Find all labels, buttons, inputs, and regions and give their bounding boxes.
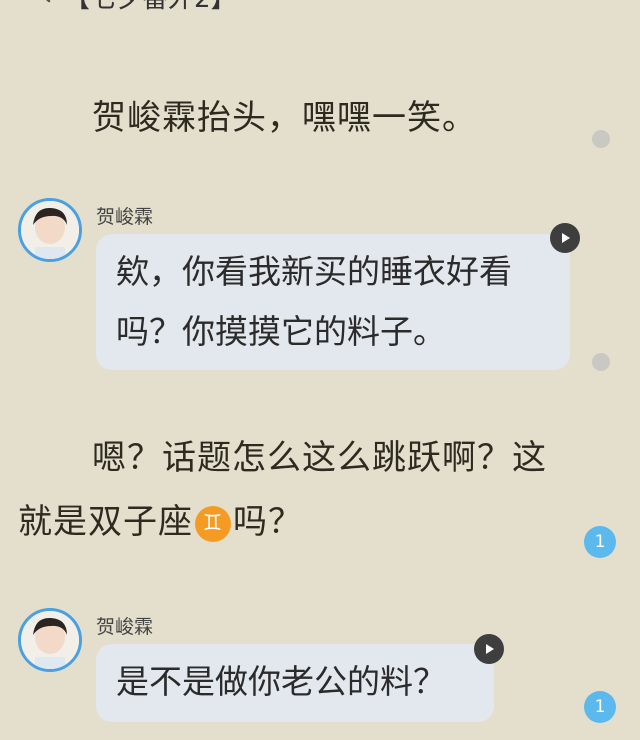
narration-text-after: 吗？ — [233, 502, 303, 542]
message-bubble: 是不是做你老公的料？ — [96, 644, 494, 722]
message-text: 是不是做你老公的料？ — [116, 662, 446, 701]
top-bar: 【七夕番外2】 — [0, 0, 640, 15]
chapter-title: 【七夕番外2】 — [64, 0, 237, 15]
comment-count-badge[interactable]: 1 — [584, 691, 616, 723]
speaker-name: 贺峻霖 — [96, 206, 154, 228]
gemini-icon: ♊ — [195, 505, 231, 542]
message-bubble: 欸，你看我新买的睡衣好看吗？你摸摸它的料子。 — [96, 234, 570, 370]
speaker-name: 贺峻霖 — [96, 616, 154, 638]
play-voice-icon[interactable] — [474, 634, 504, 664]
avatar[interactable] — [18, 198, 82, 262]
comment-dot-icon[interactable] — [592, 130, 610, 148]
message-text: 欸，你看我新买的睡衣好看吗？你摸摸它的料子。 — [116, 252, 512, 351]
narration-text: 嗯？话题怎么这么跳跃啊？这就是双子座 ♊ 吗？ — [18, 426, 578, 554]
narration-text: 贺峻霖抬头，嘿嘿一笑。 — [92, 98, 477, 138]
play-voice-icon[interactable] — [550, 223, 580, 253]
comment-count-badge[interactable]: 1 — [584, 526, 616, 558]
back-chevron-icon[interactable] — [30, 0, 60, 8]
avatar[interactable] — [18, 608, 82, 672]
comment-dot-icon[interactable] — [592, 353, 610, 371]
